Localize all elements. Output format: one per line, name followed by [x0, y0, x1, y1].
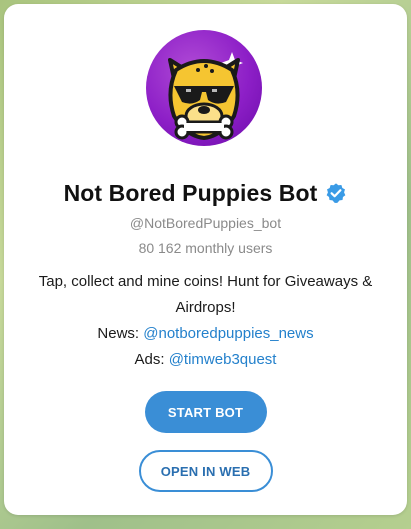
open-in-web-button[interactable]: OPEN IN WEB	[138, 450, 273, 492]
bot-name: Not Bored Puppies Bot	[63, 179, 318, 206]
bot-info-card: Not Bored Puppies Bot @NotBoredPuppies_b…	[4, 4, 407, 515]
ads-channel-link[interactable]: @timweb3quest	[169, 351, 277, 368]
news-channel-link[interactable]: @notboredpuppies_news	[143, 325, 313, 342]
monthly-users-count: 80 162 monthly users	[138, 240, 273, 256]
news-line: News: @notboredpuppies_news	[20, 321, 391, 347]
news-label: News:	[97, 325, 140, 342]
ads-label: Ads:	[134, 351, 165, 368]
description-line-2: Airdrops!	[175, 299, 236, 316]
description-line-1: Tap, collect and mine coins! Hunt for Gi…	[38, 273, 373, 290]
start-bot-button[interactable]: START BOT	[144, 391, 267, 433]
bot-description: Tap, collect and mine coins! Hunt for Gi…	[20, 269, 391, 373]
bot-username: @NotBoredPuppies_bot	[129, 215, 282, 231]
puppy-avatar-icon	[168, 52, 243, 140]
bot-name-row: Not Bored Puppies Bot	[4, 176, 407, 210]
verified-badge-icon	[325, 182, 347, 204]
ads-line: Ads: @timweb3quest	[20, 347, 391, 373]
bot-avatar[interactable]	[146, 30, 262, 146]
